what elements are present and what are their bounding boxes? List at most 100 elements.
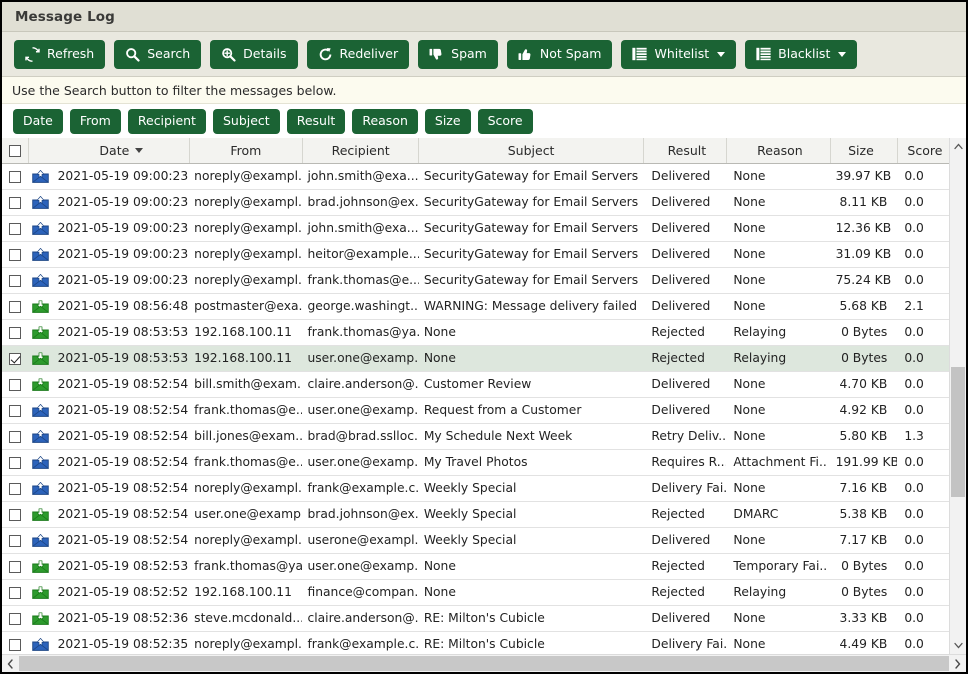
- row-checkbox-cell[interactable]: [2, 397, 29, 424]
- table-row[interactable]: 2021-05-19 09:00:23 noreply@exampl... heit…: [2, 241, 949, 268]
- column-header-recipient[interactable]: Recipient: [302, 138, 420, 164]
- table-row[interactable]: 2021-05-19 08:52:54 bill.smith@exam... cla…: [2, 371, 949, 398]
- row-checkbox-cell[interactable]: [2, 631, 29, 654]
- cell-from: 192.168.100.11: [189, 345, 303, 372]
- row-checkbox-cell[interactable]: [2, 267, 29, 294]
- row-checkbox-cell[interactable]: [2, 553, 29, 580]
- filter-chip-score[interactable]: Score: [477, 108, 533, 134]
- scroll-up-button[interactable]: [950, 138, 966, 155]
- column-header-subject[interactable]: Subject: [418, 138, 644, 164]
- row-checkbox-cell[interactable]: [2, 605, 29, 632]
- row-checkbox[interactable]: [9, 352, 22, 365]
- row-checkbox-cell[interactable]: [2, 293, 29, 320]
- table-row[interactable]: 2021-05-19 08:52:54 noreply@exampl... user…: [2, 527, 949, 554]
- column-header-icon[interactable]: [28, 138, 54, 164]
- row-checkbox[interactable]: [9, 586, 22, 599]
- toolbar-button-not-spam[interactable]: Not Spam: [506, 39, 613, 69]
- filter-chip-reason[interactable]: Reason: [352, 108, 418, 134]
- scroll-right-button[interactable]: [949, 655, 966, 672]
- row-checkbox-cell[interactable]: [2, 527, 29, 554]
- row-checkbox[interactable]: [9, 430, 22, 443]
- row-checkbox[interactable]: [9, 456, 22, 469]
- vertical-scrollbar[interactable]: [949, 138, 966, 654]
- scroll-left-button[interactable]: [2, 655, 19, 672]
- table-row[interactable]: 2021-05-19 08:53:53 192.168.100.11 user.on…: [2, 345, 949, 372]
- row-checkbox[interactable]: [9, 326, 22, 339]
- column-header-score[interactable]: Score: [897, 138, 949, 164]
- row-checkbox-cell[interactable]: [2, 423, 29, 450]
- table-row[interactable]: 2021-05-19 09:00:23 noreply@exampl... brad…: [2, 189, 949, 216]
- column-header-size[interactable]: Size: [830, 138, 898, 164]
- table-row[interactable]: 2021-05-19 08:52:36 steve.mcdonald... clai…: [2, 605, 949, 632]
- table-row[interactable]: 2021-05-19 09:00:23 noreply@exampl... john…: [2, 163, 949, 190]
- filter-chip-date[interactable]: Date: [13, 108, 63, 134]
- table-row[interactable]: 2021-05-19 08:52:54 frank.thomas@e... user…: [2, 449, 949, 476]
- row-checkbox-cell[interactable]: [2, 189, 29, 216]
- row-checkbox-cell[interactable]: [2, 449, 29, 476]
- column-header-reason[interactable]: Reason: [726, 138, 832, 164]
- filter-chip-result[interactable]: Result: [286, 108, 346, 134]
- scroll-down-button[interactable]: [950, 637, 966, 654]
- table-row[interactable]: 2021-05-19 08:52:54 frank.thomas@e... user…: [2, 397, 949, 424]
- table-row[interactable]: 2021-05-19 08:52:52 192.168.100.11 finance…: [2, 579, 949, 606]
- row-checkbox-cell[interactable]: [2, 475, 29, 502]
- row-checkbox-cell[interactable]: [2, 163, 29, 190]
- toolbar-button-spam[interactable]: Spam: [418, 39, 498, 69]
- column-header-result[interactable]: Result: [643, 138, 727, 164]
- cell-date: 2021-05-19 09:00:23: [52, 215, 190, 242]
- select-all-checkbox[interactable]: [8, 145, 21, 158]
- row-checkbox-cell[interactable]: [2, 501, 29, 528]
- row-checkbox[interactable]: [9, 612, 22, 625]
- table-row[interactable]: 2021-05-19 09:00:23 noreply@exampl... john…: [2, 215, 949, 242]
- toolbar-button-details[interactable]: Details: [210, 39, 298, 69]
- table-row[interactable]: 2021-05-19 08:52:54 bill.jones@exam... bra…: [2, 423, 949, 450]
- toolbar-button-blacklist[interactable]: Blacklist: [745, 39, 858, 69]
- row-checkbox[interactable]: [9, 222, 22, 235]
- row-checkbox-cell[interactable]: [2, 579, 29, 606]
- cell-score: 0.0: [897, 319, 949, 346]
- row-checkbox[interactable]: [9, 508, 22, 521]
- cell-size: 0 Bytes: [830, 553, 898, 580]
- row-checkbox[interactable]: [9, 638, 22, 651]
- table-row[interactable]: 2021-05-19 08:52:54 noreply@exampl... fran…: [2, 475, 949, 502]
- toolbar-button-whitelist[interactable]: Whitelist: [621, 39, 737, 69]
- horizontal-scroll-track[interactable]: [19, 655, 949, 672]
- toolbar-button-redeliver[interactable]: Redeliver: [306, 39, 410, 69]
- table-row[interactable]: 2021-05-19 08:53:53 192.168.100.11 frank.t…: [2, 319, 949, 346]
- row-checkbox-cell[interactable]: [2, 215, 29, 242]
- row-checkbox[interactable]: [9, 196, 22, 209]
- horizontal-scroll-thumb[interactable]: [19, 656, 949, 671]
- horizontal-scrollbar[interactable]: [2, 654, 966, 672]
- filter-chip-from[interactable]: From: [69, 108, 121, 134]
- row-checkbox[interactable]: [9, 378, 22, 391]
- row-checkbox[interactable]: [9, 534, 22, 547]
- row-checkbox[interactable]: [9, 170, 22, 183]
- table-row[interactable]: 2021-05-19 08:52:53 frank.thomas@ya.. user…: [2, 553, 949, 580]
- column-header-date[interactable]: Date: [52, 138, 190, 164]
- toolbar-button-refresh[interactable]: Refresh: [14, 39, 106, 69]
- table-row[interactable]: 2021-05-19 08:52:54 user.one@examp.. brad.…: [2, 501, 949, 528]
- row-checkbox-cell[interactable]: [2, 241, 29, 268]
- column-header-checkbox[interactable]: [2, 138, 29, 164]
- column-header-from[interactable]: From: [189, 138, 303, 164]
- row-checkbox[interactable]: [9, 482, 22, 495]
- outbound-message-icon: [28, 397, 53, 424]
- row-checkbox[interactable]: [9, 248, 22, 261]
- row-checkbox-cell[interactable]: [2, 319, 29, 346]
- cell-date: 2021-05-19 08:53:53: [52, 345, 190, 372]
- row-checkbox[interactable]: [9, 274, 22, 287]
- filter-chip-size[interactable]: Size: [424, 108, 471, 134]
- toolbar-button-search[interactable]: Search: [114, 39, 202, 69]
- vertical-scroll-thumb[interactable]: [951, 367, 965, 498]
- table-row[interactable]: 2021-05-19 08:56:48 postmaster@exa... geor…: [2, 293, 949, 320]
- table-row[interactable]: 2021-05-19 09:00:23 noreply@exampl... fran…: [2, 267, 949, 294]
- filter-chip-recipient[interactable]: Recipient: [127, 108, 206, 134]
- row-checkbox-cell[interactable]: [2, 371, 29, 398]
- row-checkbox[interactable]: [9, 404, 22, 417]
- row-checkbox[interactable]: [9, 300, 22, 313]
- table-row[interactable]: 2021-05-19 08:52:35 noreply@exampl... fran…: [2, 631, 949, 654]
- filter-chip-subject[interactable]: Subject: [212, 108, 280, 134]
- row-checkbox[interactable]: [9, 560, 22, 573]
- row-checkbox-cell[interactable]: [2, 345, 29, 372]
- vertical-scroll-track[interactable]: [950, 155, 966, 637]
